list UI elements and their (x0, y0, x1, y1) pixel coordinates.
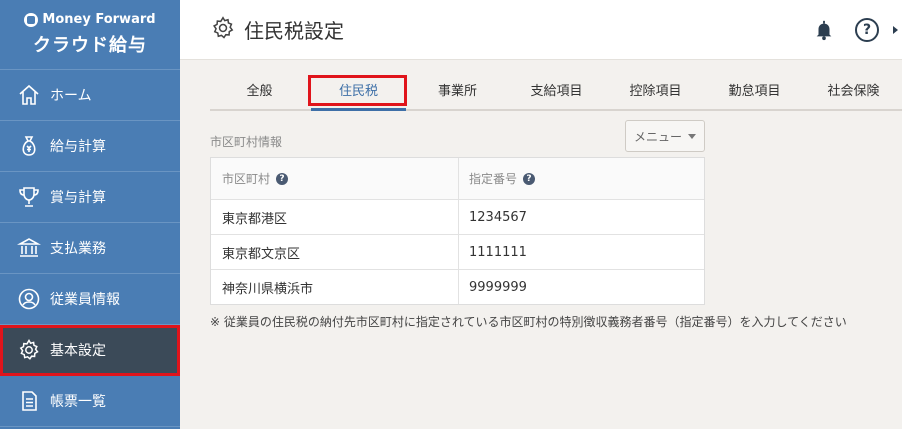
tab-social-insurance[interactable]: 社会保険 (804, 76, 902, 109)
app: Money Forward クラウド給与 ホーム 給与計算 賞与計算 支払業務 … (0, 0, 902, 429)
column-header-label: 市区町村 (222, 172, 271, 186)
designated-number-cell: 9999999 (469, 279, 527, 295)
sidebar-item-payment[interactable]: 支払業務 (0, 223, 180, 274)
question-circle-icon[interactable]: ? (276, 172, 289, 185)
document-icon (16, 388, 42, 414)
sidebar-item-payroll[interactable]: 給与計算 (0, 121, 180, 172)
municipality-cell: 神奈川県横浜市 (211, 270, 459, 304)
sidebar: Money Forward クラウド給与 ホーム 給与計算 賞与計算 支払業務 … (0, 0, 180, 429)
designated-number-cell: 1234567 (469, 209, 527, 225)
sidebar-item-label: ホーム (50, 88, 92, 104)
sidebar-item-settings[interactable]: 基本設定 (0, 325, 180, 376)
gear-icon (16, 337, 42, 363)
municipality-table: 市区町村 ? 指定番号 ? 東京都港区 1234567 東京都文京区 11111… (210, 157, 705, 305)
brand-top: Money Forward (24, 12, 156, 27)
header-actions: ? (813, 0, 902, 60)
gear-icon (210, 15, 236, 45)
brand-logo[interactable]: Money Forward クラウド給与 (0, 0, 180, 70)
sidebar-item-reports[interactable]: 帳票一覧 (0, 376, 180, 427)
tab-deduction-items[interactable]: 控除項目 (606, 76, 705, 109)
home-icon (16, 82, 42, 108)
question-circle-icon[interactable]: ? (523, 172, 536, 185)
section-label: 市区町村情報 (210, 135, 283, 149)
tab-resident-tax[interactable]: 住民税 (309, 76, 408, 111)
sidebar-item-home[interactable]: ホーム (0, 70, 180, 121)
municipality-cell: 東京都文京区 (211, 235, 459, 269)
table-header-row: 市区町村 ? 指定番号 ? (211, 158, 704, 199)
page-header: 住民税設定 ? (180, 0, 902, 60)
caret-right-icon[interactable] (893, 26, 898, 34)
column-header-label: 指定番号 (469, 172, 518, 186)
table-row[interactable]: 東京都文京区 1111111 (211, 234, 704, 269)
trophy-icon (16, 184, 42, 210)
municipality-cell: 東京都港区 (211, 200, 459, 234)
tab-general[interactable]: 全般 (210, 76, 309, 109)
settings-tabs: 全般 住民税 事業所 支給項目 控除項目 勤怠項目 社会保険 (210, 76, 902, 111)
column-header-designated-number: 指定番号 ? (459, 170, 704, 187)
designated-number-cell: 1111111 (469, 244, 527, 260)
tab-payment-items[interactable]: 支給項目 (507, 76, 606, 109)
table-row[interactable]: 東京都港区 1234567 (211, 199, 704, 234)
tab-office[interactable]: 事業所 (408, 76, 507, 109)
help-icon[interactable]: ? (855, 18, 879, 42)
table-row[interactable]: 神奈川県横浜市 9999999 (211, 269, 704, 304)
sidebar-item-label: 基本設定 (50, 343, 106, 359)
page-title: 住民税設定 (244, 19, 344, 43)
sidebar-item-label: 帳票一覧 (50, 394, 106, 410)
menu-label: メニュー (633, 129, 682, 144)
chevron-down-icon (688, 133, 696, 139)
money-bag-icon (16, 133, 42, 159)
column-header-municipality: 市区町村 ? (211, 158, 459, 199)
person-icon (16, 286, 42, 312)
bank-icon (16, 235, 42, 261)
sidebar-item-label: 給与計算 (50, 139, 106, 155)
sidebar-item-employees[interactable]: 従業員情報 (0, 274, 180, 325)
brand-name: Money Forward (42, 12, 156, 27)
sidebar-item-label: 賞与計算 (50, 190, 106, 206)
help-note: ※ 従業員の住民税の納付先市区町村に指定されている市区町村の特別徴収義務者番号（… (210, 315, 847, 329)
sidebar-item-label: 支払業務 (50, 241, 106, 257)
menu-dropdown-button[interactable]: メニュー (625, 120, 705, 152)
sidebar-item-bonus[interactable]: 賞与計算 (0, 172, 180, 223)
tab-attendance-items[interactable]: 勤怠項目 (705, 76, 804, 109)
bell-icon[interactable] (813, 19, 835, 41)
product-name: クラウド給与 (33, 35, 147, 56)
sidebar-item-label: 従業員情報 (50, 292, 120, 308)
money-forward-logo-icon (24, 12, 39, 27)
